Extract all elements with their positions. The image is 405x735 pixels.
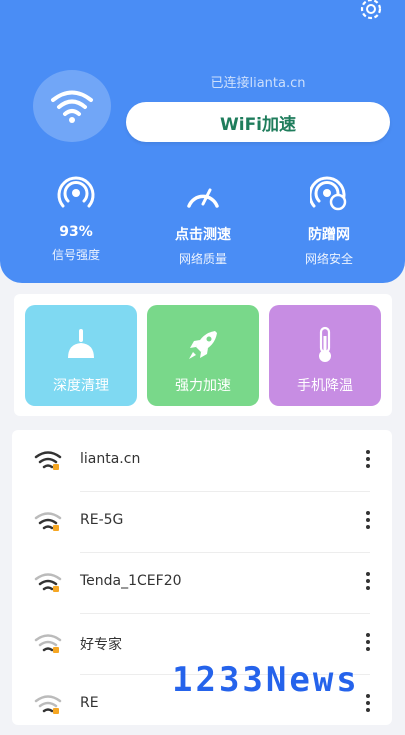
wifi-boost-button[interactable]: WiFi加速: [126, 102, 390, 142]
connection-status: 已连接lianta.cn: [210, 76, 306, 91]
more-options-icon[interactable]: [362, 508, 374, 532]
wifi-locked-icon: [34, 695, 62, 714]
network-row[interactable]: lianta.cn: [12, 430, 392, 491]
more-options-icon[interactable]: [362, 569, 374, 593]
more-options-icon[interactable]: [362, 630, 374, 654]
phone-cooling-button[interactable]: 手机降温: [269, 305, 381, 406]
network-row[interactable]: RE-5G: [12, 491, 392, 552]
signal-icon: [57, 176, 95, 208]
wifi-locked-icon: [34, 573, 62, 592]
stat-label: 网络安全: [304, 252, 353, 266]
network-name: 好专家: [80, 637, 122, 653]
more-options-icon[interactable]: [362, 691, 374, 715]
broom-icon: [68, 329, 94, 358]
gear-icon[interactable]: [356, 0, 386, 27]
shield-wifi-icon: [310, 176, 347, 211]
stat-signal[interactable]: 93% 信号强度: [21, 176, 131, 263]
wifi-locked-icon: [34, 451, 62, 470]
stat-security[interactable]: 防蹭网 网络安全: [274, 176, 384, 267]
wifi-icon: [51, 90, 93, 123]
network-name: RE: [80, 695, 99, 711]
stat-value: 93%: [59, 224, 93, 240]
network-name: RE-5G: [80, 512, 124, 528]
tools-panel: 深度清理 强力加速 手机降温: [14, 294, 392, 416]
tile-label: 手机降温: [297, 378, 353, 394]
more-options-icon[interactable]: [362, 447, 374, 471]
deep-clean-button[interactable]: 深度清理: [25, 305, 137, 406]
tile-label: 深度清理: [53, 378, 109, 394]
stat-value: 防蹭网: [308, 227, 350, 243]
watermark: 1233News: [172, 660, 360, 700]
wifi-locked-icon: [34, 512, 62, 531]
header-panel: 已连接lianta.cn WiFi加速 93% 信号强度 点击测速 网络质量 防…: [0, 0, 405, 283]
network-name: Tenda_1CEF20: [80, 573, 182, 589]
wifi-status-icon: [33, 70, 111, 142]
tile-label: 强力加速: [175, 378, 231, 394]
network-row[interactable]: Tenda_1CEF20: [12, 552, 392, 613]
rocket-icon: [189, 331, 217, 359]
boost-power-button[interactable]: 强力加速: [147, 305, 259, 406]
wifi-locked-icon: [34, 634, 62, 653]
speedometer-icon: [187, 188, 219, 208]
stat-label: 网络质量: [178, 252, 227, 266]
stat-speed[interactable]: 点击测速 网络质量: [148, 176, 258, 267]
network-name: lianta.cn: [80, 451, 141, 467]
stat-value: 点击测速: [175, 227, 231, 243]
stat-label: 信号强度: [51, 248, 100, 262]
thermometer-icon: [319, 326, 331, 362]
